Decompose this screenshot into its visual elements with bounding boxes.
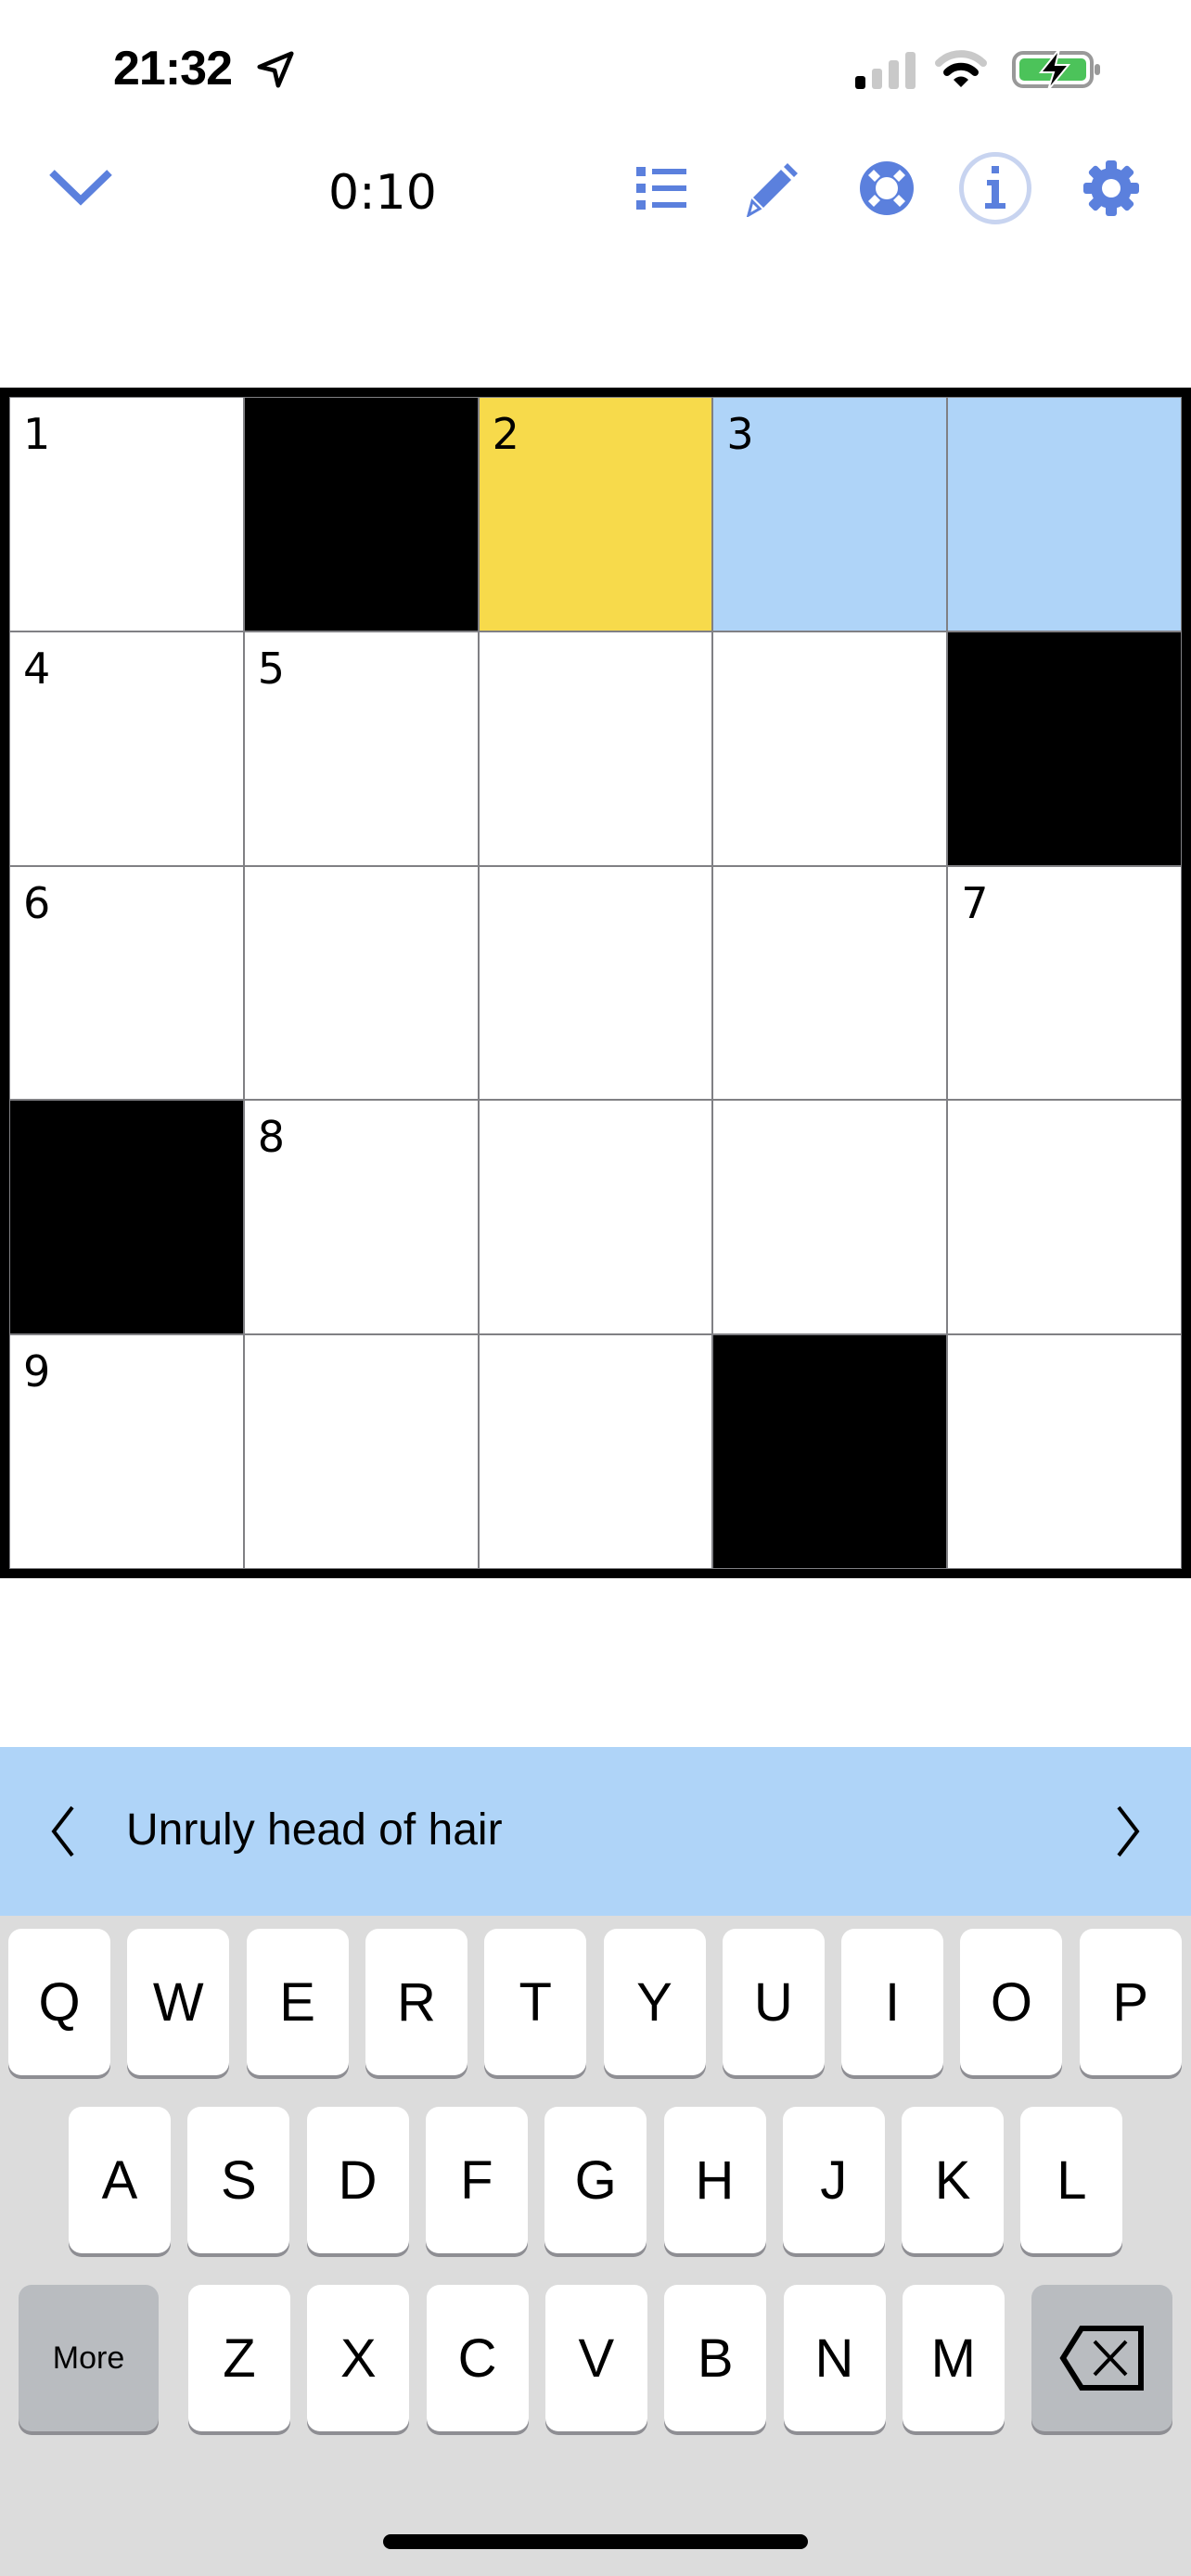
key-i[interactable]: I bbox=[841, 1929, 944, 2075]
crossword-grid: 1 2 3 4 5 6 7 8 9 bbox=[0, 388, 1191, 1578]
key-h[interactable]: H bbox=[663, 2107, 766, 2253]
grid-cell[interactable] bbox=[712, 631, 948, 866]
key-c[interactable]: C bbox=[426, 2285, 529, 2431]
wifi-icon bbox=[935, 50, 987, 87]
key-m[interactable]: M bbox=[902, 2285, 1005, 2431]
block-cell bbox=[712, 1334, 948, 1569]
key-w[interactable]: W bbox=[127, 1929, 230, 2075]
settings-button[interactable] bbox=[1076, 153, 1146, 223]
clue-number: 8 bbox=[257, 1112, 286, 1163]
key-a[interactable]: A bbox=[69, 2107, 171, 2253]
pencil-button[interactable] bbox=[740, 153, 811, 223]
selected-cell[interactable]: 2 bbox=[478, 397, 713, 631]
cellular-signal-icon bbox=[855, 52, 916, 89]
key-u[interactable]: U bbox=[722, 1929, 825, 2075]
clue-number: 1 bbox=[23, 409, 51, 459]
clue-text: Unruly head of hair bbox=[126, 1805, 503, 1855]
grid-cell[interactable]: 6 bbox=[9, 865, 244, 1101]
lifebuoy-icon bbox=[860, 161, 914, 215]
key-q[interactable]: Q bbox=[8, 1929, 110, 2075]
block-cell bbox=[947, 631, 1182, 866]
gear-icon bbox=[1083, 160, 1139, 216]
grid-cell[interactable] bbox=[478, 865, 713, 1101]
block-cell bbox=[243, 397, 479, 631]
battery-charging-icon bbox=[1012, 48, 1100, 91]
key-o[interactable]: O bbox=[960, 1929, 1063, 2075]
grid-cell[interactable]: 3 bbox=[712, 397, 948, 631]
clue-number: 7 bbox=[961, 877, 989, 928]
grid-cell[interactable] bbox=[947, 397, 1182, 631]
clue-number: 4 bbox=[23, 643, 51, 694]
clue-number: 2 bbox=[492, 409, 519, 459]
key-k[interactable]: K bbox=[902, 2107, 1005, 2253]
pencil-icon bbox=[747, 163, 798, 217]
status-time: 21:32 bbox=[113, 42, 233, 96]
grid-cell[interactable] bbox=[478, 1100, 713, 1335]
block-cell bbox=[9, 1100, 244, 1335]
key-t[interactable]: T bbox=[484, 1929, 587, 2075]
key-z[interactable]: Z bbox=[188, 2285, 290, 2431]
clue-number: 5 bbox=[257, 643, 286, 694]
grid-cell[interactable] bbox=[712, 865, 948, 1101]
key-f[interactable]: F bbox=[425, 2107, 528, 2253]
delete-key[interactable] bbox=[1031, 2285, 1172, 2431]
grid-cell[interactable] bbox=[947, 1334, 1182, 1569]
key-s[interactable]: S bbox=[187, 2107, 290, 2253]
grid-cell[interactable]: 8 bbox=[243, 1100, 479, 1335]
key-e[interactable]: E bbox=[246, 1929, 349, 2075]
info-button[interactable] bbox=[959, 152, 1031, 224]
key-j[interactable]: J bbox=[782, 2107, 885, 2253]
key-l[interactable]: L bbox=[1020, 2107, 1123, 2253]
info-icon bbox=[985, 166, 1005, 209]
grid-cell[interactable]: 4 bbox=[9, 631, 244, 866]
help-button[interactable] bbox=[852, 153, 922, 223]
grid-cell[interactable]: 9 bbox=[9, 1334, 244, 1569]
grid-cell[interactable] bbox=[478, 1334, 713, 1569]
clue-number: 9 bbox=[23, 1346, 51, 1397]
grid-cell[interactable]: 5 bbox=[243, 631, 479, 866]
key-y[interactable]: Y bbox=[603, 1929, 706, 2075]
key-n[interactable]: N bbox=[783, 2285, 886, 2431]
key-d[interactable]: D bbox=[306, 2107, 409, 2253]
clue-number: 3 bbox=[726, 409, 754, 459]
backspace-icon bbox=[1059, 2326, 1144, 2391]
key-x[interactable]: X bbox=[307, 2285, 410, 2431]
grid-cell[interactable] bbox=[478, 631, 713, 866]
timer: 0:10 bbox=[328, 165, 437, 221]
chevron-down-icon[interactable] bbox=[46, 165, 115, 211]
more-key[interactable]: More bbox=[19, 2285, 159, 2431]
grid-cell[interactable]: 7 bbox=[947, 865, 1182, 1101]
key-v[interactable]: V bbox=[544, 2285, 647, 2431]
grid-cells: 1 2 3 4 5 6 7 8 9 bbox=[9, 397, 1182, 1569]
key-p[interactable]: P bbox=[1079, 1929, 1182, 2075]
list-icon bbox=[636, 167, 686, 210]
clue-number: 6 bbox=[23, 877, 51, 928]
grid-cell[interactable]: 1 bbox=[9, 397, 244, 631]
grid-cell[interactable] bbox=[947, 1100, 1182, 1335]
chevron-right-icon[interactable] bbox=[1113, 1804, 1145, 1859]
grid-cell[interactable] bbox=[712, 1100, 948, 1335]
home-indicator[interactable] bbox=[383, 2534, 808, 2549]
key-b[interactable]: B bbox=[664, 2285, 767, 2431]
chevron-left-icon[interactable] bbox=[46, 1804, 78, 1859]
location-arrow-icon bbox=[257, 51, 294, 88]
key-g[interactable]: G bbox=[544, 2107, 647, 2253]
grid-cell[interactable] bbox=[243, 865, 479, 1101]
key-r[interactable]: R bbox=[365, 1929, 467, 2075]
clue-list-button[interactable] bbox=[627, 153, 698, 223]
grid-cell[interactable] bbox=[243, 1334, 479, 1569]
